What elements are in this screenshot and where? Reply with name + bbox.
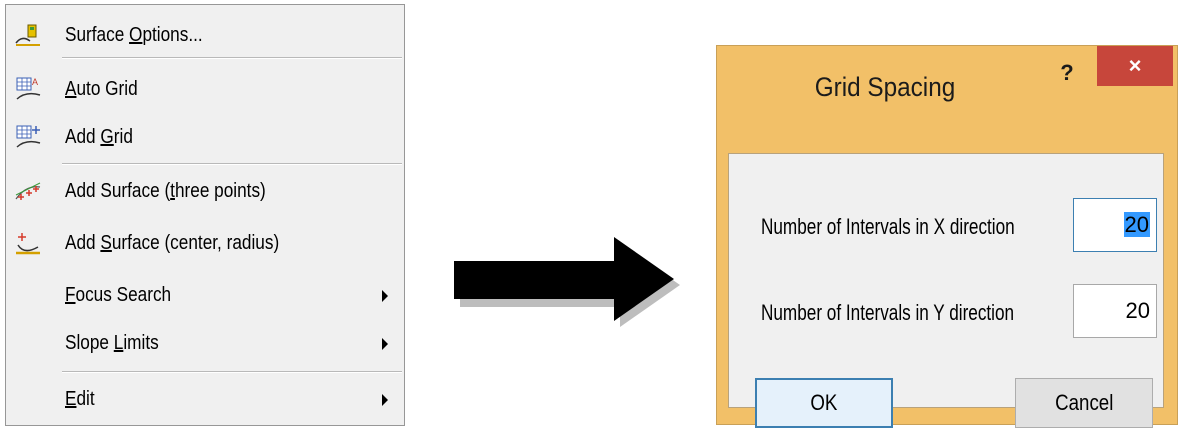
y-intervals-value: 20	[1125, 298, 1150, 323]
surface-options-icon	[15, 24, 40, 46]
grid-spacing-dialog: Grid Spacing ? × Number of Intervals in …	[716, 45, 1178, 428]
menu-item-surface-options[interactable]: Surface Options...	[6, 15, 404, 55]
menu-separator	[62, 163, 402, 165]
context-menu: Surface Options... A Auto Grid Add Grid …	[5, 4, 405, 426]
menu-item-add-grid[interactable]: Add Grid	[6, 117, 404, 157]
menu-label: Surface Options...	[65, 24, 203, 46]
menu-separator	[62, 371, 402, 373]
x-intervals-value: 20	[1123, 212, 1150, 237]
menu-label: Edit	[65, 388, 95, 410]
menu-label: Add Grid	[65, 126, 133, 148]
center-radius-surface-icon	[16, 233, 40, 255]
menu-item-add-surface-three-points[interactable]: Add Surface (three points)	[6, 171, 404, 211]
menu-separator	[62, 57, 402, 59]
menu-item-add-surface-center-radius[interactable]: Add Surface (center, radius)	[6, 223, 404, 263]
auto-grid-icon: A	[16, 77, 41, 100]
right-arrow-icon	[454, 237, 680, 327]
menu-label: Add Surface (three points)	[65, 180, 266, 202]
dialog-title: Grid Spacing	[814, 72, 956, 102]
menu-label: Focus Search	[65, 284, 172, 306]
three-points-surface-icon	[15, 182, 41, 200]
dialog-body: Number of Intervals in X direction 20 Nu…	[728, 153, 1164, 428]
svg-text:A: A	[32, 77, 38, 87]
close-button[interactable]: ×	[1097, 46, 1173, 86]
menu-item-slope-limits[interactable]: Slope Limits	[6, 323, 404, 363]
help-button[interactable]: ?	[1055, 58, 1079, 88]
y-intervals-label: Number of Intervals in Y direction	[761, 300, 1015, 325]
ok-button[interactable]: OK	[755, 378, 893, 428]
x-intervals-label: Number of Intervals in X direction	[761, 214, 1015, 239]
menu-label: Auto Grid	[65, 78, 138, 100]
cancel-button[interactable]: Cancel	[1015, 378, 1153, 428]
menu-item-edit[interactable]: Edit	[6, 379, 404, 419]
submenu-arrow-icon	[382, 290, 388, 302]
x-intervals-input[interactable]: 20	[1073, 198, 1157, 252]
menu-item-focus-search[interactable]: Focus Search	[6, 275, 404, 315]
menu-label: Slope Limits	[65, 332, 159, 354]
add-grid-icon	[16, 125, 41, 148]
submenu-arrow-icon	[382, 394, 388, 406]
y-intervals-input[interactable]: 20	[1073, 284, 1157, 338]
menu-label: Add Surface (center, radius)	[65, 232, 280, 254]
menu-item-auto-grid[interactable]: A Auto Grid	[6, 69, 404, 109]
submenu-arrow-icon	[382, 338, 388, 350]
